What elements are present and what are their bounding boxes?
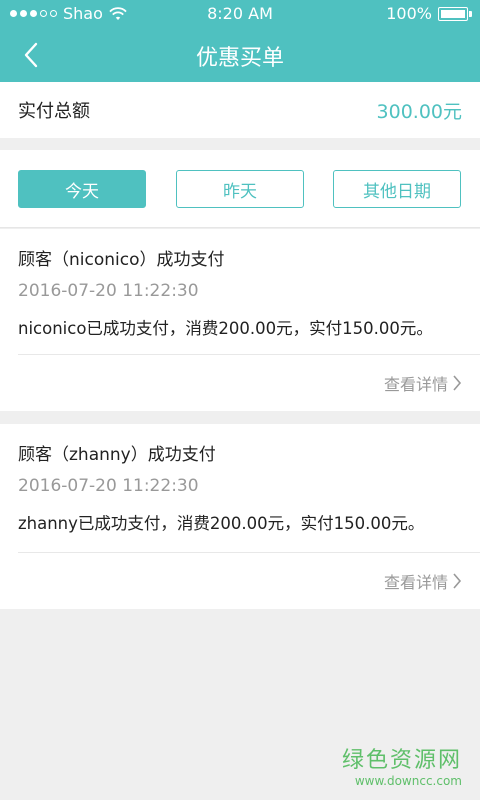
- watermark: 绿色资源网 www.downcc.com: [342, 742, 462, 788]
- app-header: Shao 8:20 AM 100% 优惠买单: [0, 0, 480, 82]
- view-details-label: 查看详情: [383, 573, 448, 592]
- divider: [18, 552, 480, 553]
- battery-icon: [438, 6, 472, 21]
- record-time: 2016-07-20 11:22:30: [18, 476, 199, 496]
- watermark-title: 绿色资源网: [341, 748, 462, 773]
- payment-record: 顾客（zhanny）成功支付 2016-07-20 11:22:30 zhann…: [0, 424, 480, 609]
- record-description: zhanny已成功支付，消费200.00元，实付150.00元。: [18, 514, 425, 533]
- total-summary: 实付总额 300.00元: [0, 82, 480, 138]
- view-details-link[interactable]: 查看详情: [384, 569, 462, 593]
- battery-percent: 100%: [386, 4, 432, 23]
- view-details-link[interactable]: 查看详情: [384, 371, 462, 395]
- status-bar: Shao 8:20 AM 100%: [0, 0, 480, 28]
- record-time: 2016-07-20 11:22:30: [18, 281, 199, 301]
- tab-yesterday[interactable]: 昨天: [176, 170, 304, 208]
- record-title: 顾客（niconico）成功支付: [18, 250, 225, 270]
- total-amount: 300.00元: [376, 100, 462, 123]
- view-details-label: 查看详情: [383, 375, 448, 394]
- tab-other-dates[interactable]: 其他日期: [333, 170, 461, 208]
- total-label: 实付总额: [18, 101, 90, 122]
- date-filter: 今天 昨天 其他日期: [0, 150, 480, 228]
- record-title: 顾客（zhanny）成功支付: [18, 445, 216, 465]
- battery-status: 100%: [386, 4, 472, 23]
- watermark-url: www.downcc.com: [354, 774, 462, 788]
- page-title: 优惠买单: [195, 46, 284, 71]
- record-description: niconico已成功支付，消费200.00元，实付150.00元。: [18, 319, 433, 338]
- nav-bar: 优惠买单: [0, 28, 480, 82]
- chevron-right-icon: [453, 375, 462, 391]
- tab-today[interactable]: 今天: [18, 170, 146, 208]
- chevron-right-icon: [453, 573, 462, 589]
- payment-record: 顾客（niconico）成功支付 2016-07-20 11:22:30 nic…: [0, 229, 480, 411]
- divider: [18, 354, 480, 355]
